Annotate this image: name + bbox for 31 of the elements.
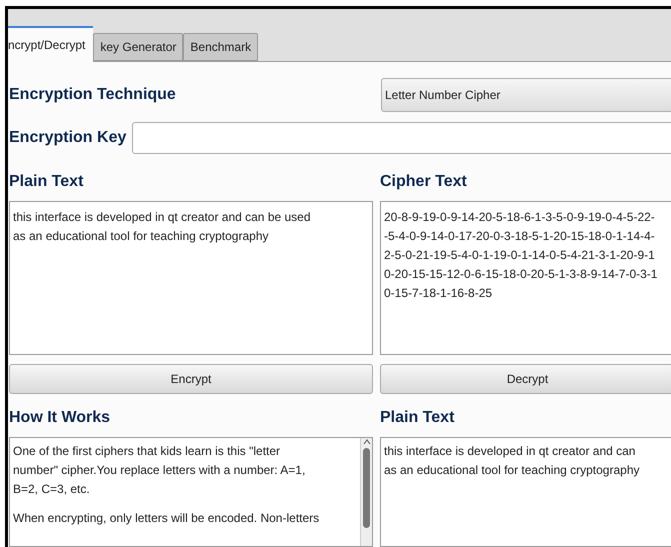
section-label: How It Works xyxy=(9,408,112,428)
section-label: Plain Text xyxy=(9,172,84,192)
text-line: When encrypting, only letters will be encoded. Non-letters xyxy=(13,510,320,527)
tab[interactable]: ncrypt/Decrypt xyxy=(8,26,94,62)
text-line: as an educational tool for teaching cryptography xyxy=(13,228,270,245)
text-line: One of the first ciphers that kids learn is this "letter xyxy=(13,443,282,460)
section-label: Plain Text xyxy=(380,408,456,428)
text-line: -5-4-0-9-14-0-17-20-0-3-18-5-1-20-15-18-0-1-14-4- xyxy=(384,228,656,245)
action-button[interactable]: Decrypt xyxy=(380,364,671,394)
section-label: Encryption Technique xyxy=(9,85,177,105)
key-field[interactable] xyxy=(132,122,671,154)
technique-dropdown[interactable]: Letter Number Cipher xyxy=(381,78,671,112)
text-line: 2-5-0-21-19-5-4-0-1-19-0-1-14-0-5-4-21-3-1-20-9-1 xyxy=(384,247,656,264)
tab[interactable]: Benchmark xyxy=(183,33,258,61)
text-line: 0-20-15-15-12-0-6-15-18-0-20-5-1-3-8-9-14-7-0-3-1 xyxy=(384,266,658,283)
text-line: as an educational tool for teaching cryptography xyxy=(384,462,640,479)
scrollbar[interactable] xyxy=(360,438,372,546)
plain-text-area[interactable]: this interface is developed in qt creator and can be used as an educational tool for teaching cryptography xyxy=(9,201,373,355)
text-line: 0-15-7-18-1-16-8-25 xyxy=(384,285,494,302)
text-line: B=2, C=3, etc. xyxy=(13,481,91,498)
section-label: Cipher Text xyxy=(380,172,468,192)
text-line: number" cipher.You replace letters with a number: A=1, xyxy=(13,462,306,479)
scrollbar-thumb[interactable] xyxy=(363,448,370,528)
section-label: Encryption Key xyxy=(9,128,126,148)
tab[interactable]: key Generator xyxy=(93,33,184,61)
cipher-text-area[interactable] xyxy=(380,201,671,355)
decrypted-text-area[interactable]: this interface is developed in qt creator and can as an educational tool for teaching cryptography xyxy=(380,437,671,547)
text-line: 20-8-9-19-0-9-14-20-5-18-6-1-3-5-0-9-19-0-4-5-22- xyxy=(384,209,656,226)
text-line: this interface is developed in qt creator and can xyxy=(384,443,636,460)
action-button[interactable]: Encrypt xyxy=(9,364,373,394)
text-line: this interface is developed in qt creator and can be used xyxy=(13,209,312,226)
